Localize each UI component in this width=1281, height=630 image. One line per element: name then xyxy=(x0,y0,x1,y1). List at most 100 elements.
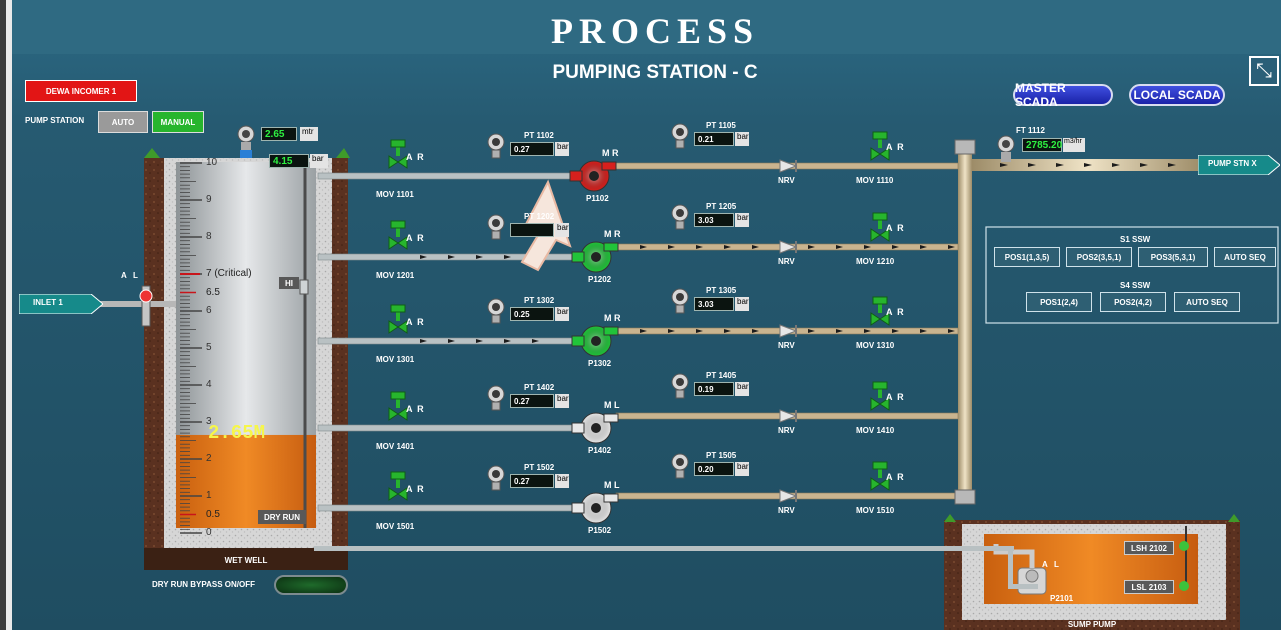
lsh-indicator: LSH 2102 xyxy=(1124,541,1174,555)
inlet-tag[interactable]: INLET 1 xyxy=(18,293,104,315)
scale-label: 9 xyxy=(206,194,212,205)
sump-l-label: L xyxy=(1054,560,1059,569)
pt2-tag: PT 1205 xyxy=(706,202,737,211)
manual-button[interactable]: MANUAL xyxy=(152,111,204,133)
scale-label: 2 xyxy=(206,453,212,464)
scale-label: 8 xyxy=(206,231,212,242)
mov-label: MOV 1201 xyxy=(376,271,415,280)
pressure-reading-bar: 4.15 xyxy=(269,154,309,168)
outlet-label: PUMP STN X xyxy=(1208,159,1257,168)
level-reading-unit: mtr xyxy=(300,127,318,141)
pt-tag: PT 1102 xyxy=(524,131,554,140)
nrv-label: NRV xyxy=(778,506,795,515)
incomer-badge: DEWA INCOMER 1 xyxy=(25,80,137,102)
pt-value: 0.25 xyxy=(510,307,554,321)
page-title: PROCESS xyxy=(550,11,760,51)
pt-value xyxy=(510,223,554,237)
lsl-indicator: LSL 2103 xyxy=(1124,580,1174,594)
local-scada-button[interactable]: LOCAL SCADA xyxy=(1129,84,1225,106)
pt2-value: 0.19 xyxy=(694,382,734,396)
mov2-ar-label: A R xyxy=(886,223,904,233)
mov-ar-label: A R xyxy=(406,404,424,414)
pt2-unit: bar xyxy=(735,297,749,311)
scale-label: 5 xyxy=(206,342,212,353)
pt-tag: PT 1202 xyxy=(524,212,555,221)
pt2-tag: PT 1405 xyxy=(706,371,737,380)
pump-ml-label: M L xyxy=(604,480,620,490)
mov2-ar-label: A R xyxy=(886,307,904,317)
pressure-reading-unit: bar xyxy=(310,154,328,168)
dry-run-bypass-label: DRY RUN BYPASS ON/OFF xyxy=(152,580,255,589)
mov-ar-label: A R xyxy=(406,152,424,162)
scale-label: 6 xyxy=(206,305,212,316)
s1-auto-seq-button[interactable]: AUTO SEQ xyxy=(1214,247,1276,267)
scale-label: 4 xyxy=(206,379,212,390)
s4-pos2-button[interactable]: POS2(4,2) xyxy=(1100,292,1166,312)
wet-well-level-readout: 2.65M xyxy=(208,422,266,444)
sump-pump-tag: P2101 xyxy=(1050,594,1074,603)
mov2-ar-label: A R xyxy=(886,392,904,402)
pt-value: 0.27 xyxy=(510,394,554,408)
mov-label: MOV 1501 xyxy=(376,522,415,531)
pump-label: P1302 xyxy=(588,359,612,368)
mov-ar-label: A R xyxy=(406,233,424,243)
inlet-a-label: A xyxy=(121,271,127,280)
wet-well-label: WET WELL xyxy=(224,556,268,565)
flow-meter-tag: FT 1112 xyxy=(1016,126,1045,135)
pump-label: P1102 xyxy=(586,194,609,203)
hi-indicator: HI xyxy=(279,277,299,289)
pump-label: P1202 xyxy=(588,275,612,284)
master-scada-button[interactable]: MASTER SCADA xyxy=(1013,81,1113,109)
mov2-label: MOV 1510 xyxy=(856,506,895,515)
dry-run-bypass-toggle[interactable] xyxy=(274,575,348,595)
mov-label: MOV 1301 xyxy=(376,355,415,364)
s4-ssw-title: S4 SSW xyxy=(1120,281,1151,290)
mov2-label: MOV 1310 xyxy=(856,341,895,350)
mov-label: MOV 1401 xyxy=(376,442,415,451)
s4-pos1-button[interactable]: POS1(2,4) xyxy=(1026,292,1092,312)
pt-unit: bar xyxy=(555,142,569,156)
mov2-ar-label: A R xyxy=(886,142,904,152)
pump-label: P1402 xyxy=(588,446,612,455)
scale-label: 6.5 xyxy=(206,286,220,298)
flow-meter-value: 2785.20 xyxy=(1022,138,1062,152)
pt-tag: PT 1302 xyxy=(524,296,555,305)
nrv-label: NRV xyxy=(778,176,795,185)
mov-ar-label: A R xyxy=(406,317,424,327)
dry-run-indicator: DRY RUN xyxy=(258,510,306,524)
scale-label: 3 xyxy=(206,416,212,427)
pump-ml-label: M R xyxy=(602,148,619,158)
nrv-label: NRV xyxy=(778,426,795,435)
auto-button[interactable]: AUTO xyxy=(98,111,148,133)
s1-pos3-button[interactable]: POS3(5,3,1) xyxy=(1138,247,1208,267)
nrv-label: NRV xyxy=(778,341,795,350)
pt-tag: PT 1502 xyxy=(524,463,555,472)
scale-label: 1 xyxy=(206,490,212,501)
pt2-unit: bar xyxy=(735,132,749,146)
s1-pos2-button[interactable]: POS2(3,5,1) xyxy=(1066,247,1132,267)
pt2-unit: bar xyxy=(735,462,749,476)
inlet-l-label: L xyxy=(133,271,138,280)
flow-meter-unit: m3/hr xyxy=(1063,138,1085,152)
scale-label: 10 xyxy=(206,157,218,168)
pump-ml-label: M R xyxy=(604,229,621,239)
pt2-value: 3.03 xyxy=(694,297,734,311)
pt2-value: 0.21 xyxy=(694,132,734,146)
mov2-label: MOV 1110 xyxy=(856,176,894,185)
return-pipe xyxy=(314,546,1014,551)
expand-icon[interactable]: ⤡ xyxy=(1249,56,1279,86)
pt-tag: PT 1402 xyxy=(524,383,555,392)
sump-pit xyxy=(944,514,1240,630)
sump-pump-label: SUMP PUMP xyxy=(1067,620,1117,629)
pt2-unit: bar xyxy=(735,382,749,396)
s1-pos1-button[interactable]: POS1(1,3,5) xyxy=(994,247,1060,267)
scale-label: 0.5 xyxy=(206,508,220,520)
pt-unit: bar xyxy=(555,307,569,321)
scale-label: 0 xyxy=(206,527,212,538)
outlet-tag[interactable]: PUMP STN X xyxy=(1197,154,1281,176)
pt-value: 0.27 xyxy=(510,142,554,156)
level-reading-mtr: 2.65 xyxy=(261,127,297,141)
pt2-value: 0.20 xyxy=(694,462,734,476)
s4-auto-seq-button[interactable]: AUTO SEQ xyxy=(1174,292,1240,312)
pump-label: P1502 xyxy=(588,526,612,535)
